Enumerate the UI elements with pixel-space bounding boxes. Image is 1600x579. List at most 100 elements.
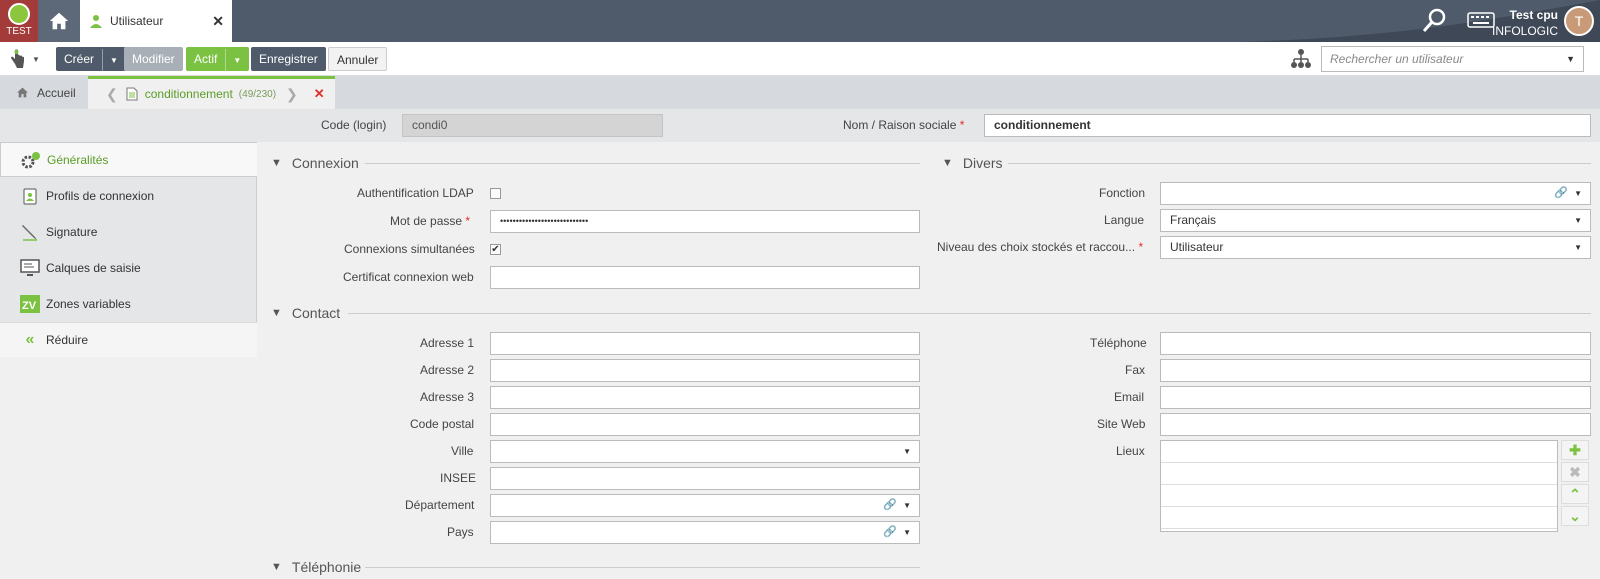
code-postal-field[interactable] bbox=[490, 413, 920, 436]
simultaneous-checkbox[interactable]: ✔ bbox=[490, 244, 501, 255]
divider bbox=[1008, 163, 1591, 164]
niveau-select[interactable]: Utilisateur ▼ bbox=[1160, 236, 1591, 259]
name-label: Nom / Raison sociale * bbox=[843, 118, 965, 132]
modify-button[interactable]: Modifier bbox=[124, 47, 183, 71]
ville-select[interactable]: ▼ bbox=[490, 440, 920, 463]
simultaneous-label: Connexions simultanées bbox=[344, 242, 475, 256]
adresse1-field[interactable] bbox=[490, 332, 920, 355]
logo-icon bbox=[8, 3, 30, 25]
chevron-down-icon[interactable]: ▼ bbox=[102, 49, 118, 73]
section-contact[interactable]: ▼ Contact bbox=[271, 303, 340, 323]
code-postal-label: Code postal bbox=[410, 417, 475, 431]
list-item[interactable] bbox=[1161, 441, 1557, 463]
pays-label: Pays bbox=[447, 525, 474, 539]
create-button[interactable]: Créer ▼ bbox=[56, 47, 126, 73]
divider bbox=[365, 163, 920, 164]
telephone-field[interactable] bbox=[1160, 332, 1591, 355]
list-item[interactable] bbox=[1161, 463, 1557, 485]
chevron-down-icon: ▼ bbox=[271, 561, 282, 573]
user-search-input[interactable]: Rechercher un utilisateur ▼ bbox=[1321, 46, 1584, 72]
section-connexion[interactable]: ▼ Connexion bbox=[271, 153, 359, 173]
section-telephonie[interactable]: ▼ Téléphonie bbox=[271, 557, 361, 577]
insee-field[interactable] bbox=[490, 467, 920, 490]
chevron-down-icon[interactable]: ▼ bbox=[1574, 237, 1582, 258]
departement-label: Département bbox=[405, 498, 475, 512]
move-up-icon[interactable]: ⌃ bbox=[1561, 484, 1589, 504]
link-icon[interactable]: 🔗 bbox=[883, 495, 897, 516]
ville-label: Ville bbox=[451, 444, 474, 458]
password-field[interactable]: •••••••••••••••••••••••••••• bbox=[490, 210, 920, 233]
delete-icon[interactable]: ✖ bbox=[1561, 462, 1589, 482]
clipboard-user-icon bbox=[20, 186, 40, 206]
niveau-label: Niveau des choix stockés et raccou... * bbox=[937, 240, 1144, 254]
password-label: Mot de passe * bbox=[390, 214, 471, 228]
divider bbox=[348, 313, 1591, 314]
tab-conditionnement[interactable]: ❮ conditionnement (49/230) ❯ ✕ bbox=[88, 76, 335, 109]
keyboard-icon[interactable] bbox=[1467, 12, 1495, 28]
close-tab-icon[interactable]: ✕ bbox=[314, 86, 325, 102]
lieux-label: Lieux bbox=[1116, 444, 1145, 458]
ldap-label: Authentification LDAP bbox=[357, 186, 474, 200]
next-record-icon[interactable]: ❯ bbox=[286, 86, 298, 103]
avatar[interactable]: T bbox=[1564, 6, 1594, 36]
user-info[interactable]: Test cpu INFOLOGIC bbox=[1492, 7, 1558, 39]
sidebar-item-zones[interactable]: ZV Zones variables bbox=[0, 286, 257, 321]
adresse1-label: Adresse 1 bbox=[420, 336, 475, 350]
toolbar: ▼ Créer ▼ Modifier Actif ▼ Enregistrer Ann… bbox=[0, 42, 1600, 76]
pays-field[interactable]: 🔗 ▼ bbox=[490, 521, 920, 544]
previous-record-icon[interactable]: ❮ bbox=[106, 86, 118, 103]
chevron-down-icon[interactable]: ▼ bbox=[903, 495, 911, 516]
chevron-down-icon: ▼ bbox=[942, 157, 953, 169]
cert-field[interactable] bbox=[490, 266, 920, 289]
fonction-field[interactable]: 🔗 ▼ bbox=[1160, 182, 1591, 205]
tab-home[interactable]: Accueil bbox=[0, 76, 88, 109]
status-button[interactable]: Actif ▼ bbox=[186, 47, 250, 73]
ldap-checkbox[interactable] bbox=[490, 188, 501, 199]
move-down-icon[interactable]: ⌄ bbox=[1561, 506, 1589, 526]
sidebar-item-generalites[interactable]: Généralités bbox=[0, 142, 257, 177]
home-button[interactable] bbox=[38, 0, 80, 42]
section-divers[interactable]: ▼ Divers bbox=[942, 153, 1003, 173]
link-icon[interactable]: 🔗 bbox=[883, 522, 897, 543]
list-item[interactable] bbox=[1161, 485, 1557, 507]
app-logo[interactable]: TEST bbox=[0, 0, 38, 42]
chevron-down-icon[interactable]: ▼ bbox=[1566, 47, 1575, 71]
close-icon[interactable]: ✕ bbox=[212, 13, 224, 30]
insee-label: INSEE bbox=[440, 471, 477, 485]
chevron-down-icon[interactable]: ▼ bbox=[1574, 210, 1582, 231]
home-icon bbox=[49, 12, 69, 30]
pointer-menu-button[interactable]: ▼ bbox=[8, 47, 44, 71]
add-icon[interactable]: ✚ bbox=[1561, 440, 1589, 460]
name-field[interactable]: conditionnement bbox=[984, 114, 1591, 137]
chevron-down-icon[interactable]: ▼ bbox=[225, 49, 241, 73]
fax-field[interactable] bbox=[1160, 359, 1591, 382]
site-web-field[interactable] bbox=[1160, 413, 1591, 436]
top-bar: TEST Utilisateur ✕ Test cpu INFOLOGIC T bbox=[0, 0, 1600, 42]
zv-icon: ZV bbox=[20, 294, 40, 314]
env-label: TEST bbox=[6, 26, 32, 37]
link-icon[interactable]: 🔗 bbox=[1554, 183, 1568, 204]
lieux-list[interactable] bbox=[1160, 440, 1558, 532]
list-item[interactable] bbox=[1161, 507, 1557, 529]
chevron-down-icon[interactable]: ▼ bbox=[1574, 183, 1582, 204]
adresse3-field[interactable] bbox=[490, 386, 920, 409]
langue-select[interactable]: Français ▼ bbox=[1160, 209, 1591, 232]
chevron-down-icon[interactable]: ▼ bbox=[903, 522, 911, 543]
sidebar-item-profils[interactable]: Profils de connexion bbox=[0, 178, 257, 213]
cancel-button[interactable]: Annuler bbox=[328, 47, 388, 71]
chevron-down-icon[interactable]: ▼ bbox=[903, 441, 911, 462]
sidebar-item-calques[interactable]: Calques de saisie bbox=[0, 250, 257, 285]
collapse-sidebar-button[interactable]: « Réduire bbox=[0, 322, 257, 357]
save-button[interactable]: Enregistrer bbox=[251, 47, 326, 71]
sidebar-item-signature[interactable]: Signature bbox=[0, 214, 257, 249]
home-icon bbox=[17, 87, 28, 98]
email-field[interactable] bbox=[1160, 386, 1591, 409]
adresse2-field[interactable] bbox=[490, 359, 920, 382]
search-icon[interactable] bbox=[1420, 6, 1450, 36]
departement-field[interactable]: 🔗 ▼ bbox=[490, 494, 920, 517]
hierarchy-icon[interactable] bbox=[1290, 48, 1312, 70]
window-tab-utilisateur[interactable]: Utilisateur ✕ bbox=[80, 0, 232, 42]
document-icon bbox=[126, 87, 138, 101]
chevron-down-icon: ▼ bbox=[32, 54, 40, 64]
monitor-icon bbox=[20, 258, 40, 278]
